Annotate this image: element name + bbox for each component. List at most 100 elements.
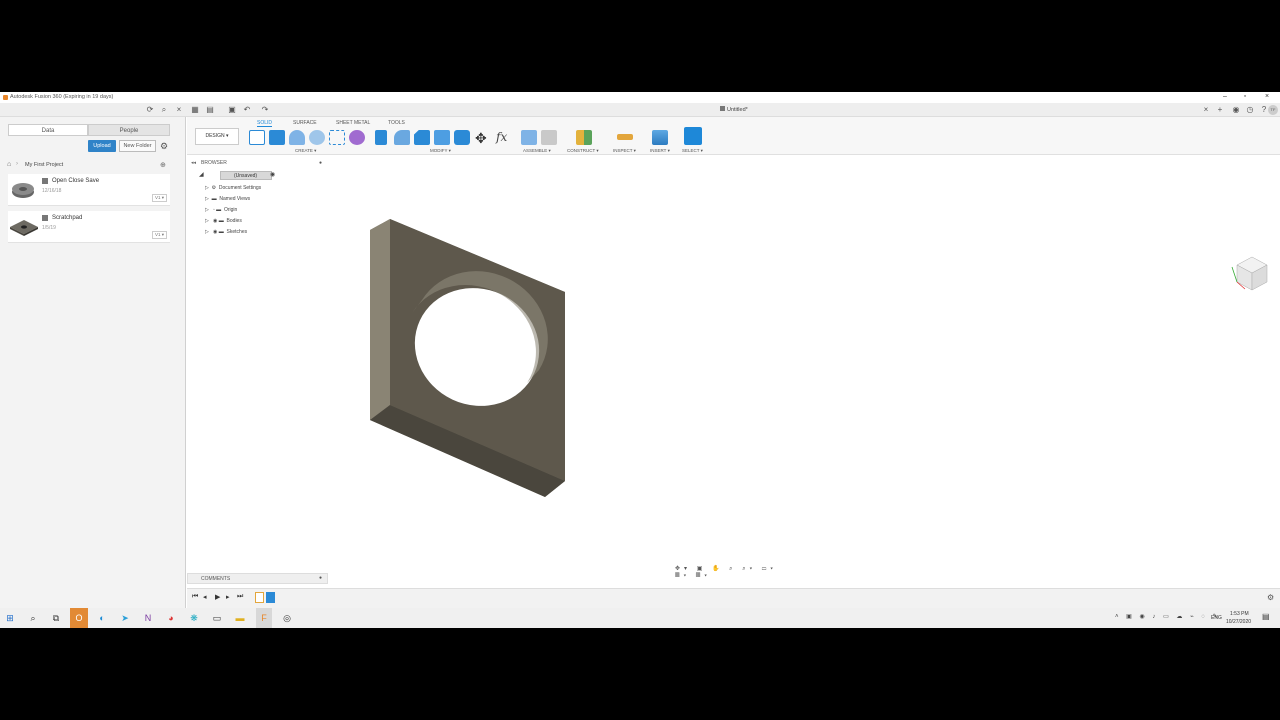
parameters-icon[interactable]: fx: [496, 130, 507, 144]
save-icon[interactable]: ▣: [228, 106, 236, 114]
tab-tools[interactable]: TOOLS: [388, 120, 405, 126]
timeline-sketch-feature[interactable]: [255, 592, 264, 603]
new-component-icon[interactable]: [521, 130, 537, 145]
start-button-icon[interactable]: ⊞: [4, 612, 16, 624]
timeline-prev-icon[interactable]: ◂: [203, 593, 207, 601]
minimize-button[interactable]: –: [1220, 93, 1230, 101]
refresh-icon[interactable]: ⟳: [146, 106, 154, 114]
search-icon[interactable]: ⌕: [160, 106, 168, 114]
design-file-icon: [42, 215, 48, 221]
create-group-label[interactable]: CREATE ▾: [295, 148, 316, 154]
system-tray-icons[interactable]: ˄ ▣ ◉ ♪ ▭ ☁ ⌁ ◌ ✎: [1115, 613, 1221, 620]
onenote-icon[interactable]: N: [142, 612, 154, 624]
tab-surface[interactable]: SURFACE: [293, 120, 317, 126]
modify-group-label[interactable]: MODIFY ▾: [430, 148, 451, 154]
list-item[interactable]: Scratchpad 1/5/19 V1 ▾: [8, 211, 170, 243]
close-window-button[interactable]: ×: [1262, 93, 1272, 101]
fillet-icon[interactable]: [394, 130, 410, 145]
tab-people[interactable]: People: [88, 124, 170, 136]
tab-sheet-metal[interactable]: SHEET METAL: [336, 120, 370, 126]
move-icon[interactable]: ✥: [475, 130, 487, 147]
timeline-extrude-feature[interactable]: [266, 592, 275, 603]
version-badge[interactable]: V1 ▾: [151, 231, 167, 239]
close-panel-icon[interactable]: ×: [175, 106, 183, 114]
combine-icon[interactable]: [454, 130, 470, 145]
user-avatar[interactable]: TF: [1268, 105, 1278, 115]
tab-data[interactable]: Data: [8, 124, 88, 136]
telegram-icon[interactable]: ➤: [119, 612, 131, 624]
version-badge[interactable]: V1 ▾: [151, 194, 167, 202]
create-sketch-icon[interactable]: [249, 130, 265, 145]
pattern-icon[interactable]: [329, 130, 345, 145]
app-circle-icon[interactable]: ◎: [281, 612, 293, 624]
joint-icon[interactable]: [541, 130, 557, 145]
notifications-center-icon[interactable]: ▤: [1262, 612, 1270, 621]
file-explorer-icon[interactable]: ▬: [234, 612, 246, 624]
language-indicator[interactable]: ENG: [1211, 615, 1222, 621]
timeline-next-icon[interactable]: ▸: [226, 593, 230, 601]
document-tab[interactable]: Untitled*: [720, 105, 748, 116]
timeline-settings-icon[interactable]: ⚙: [1267, 593, 1274, 602]
grid-menu-icon[interactable]: ▦: [191, 106, 199, 114]
comments-panel[interactable]: COMMENTS ●: [187, 573, 328, 584]
tab-solid[interactable]: SOLID: [257, 120, 273, 127]
terminal-icon[interactable]: ▭: [211, 612, 223, 624]
upload-button[interactable]: Upload: [88, 140, 116, 152]
edge-icon[interactable]: ◐: [96, 612, 108, 624]
assemble-group-label[interactable]: ASSEMBLE ▾: [523, 148, 551, 154]
settings-gear-icon[interactable]: ⚙: [160, 141, 168, 152]
chamfer-icon[interactable]: [414, 130, 430, 145]
construct-group-label[interactable]: CONSTRUCT ▾: [567, 148, 599, 154]
chrome-icon[interactable]: ◕: [165, 612, 177, 624]
hole-icon[interactable]: [309, 130, 325, 145]
extensions-icon[interactable]: ◉: [1232, 106, 1240, 114]
undo-icon[interactable]: ↶: [243, 106, 251, 114]
new-folder-button[interactable]: New Folder: [119, 140, 156, 152]
revolve-icon[interactable]: [289, 130, 305, 145]
timeline-last-icon[interactable]: ⏭: [237, 593, 243, 601]
task-view-icon[interactable]: ⧉: [50, 612, 62, 624]
list-item[interactable]: Open Close Save 12/16/18 V1 ▾: [8, 174, 170, 206]
maximize-button[interactable]: ▫: [1240, 93, 1250, 101]
redo-icon[interactable]: ↷: [261, 106, 269, 114]
select-icon[interactable]: [684, 127, 702, 145]
clock-date[interactable]: 10/27/2020: [1226, 619, 1251, 625]
3d-viewport[interactable]: ✥▾ ▣ ✋ ⌕ ⌕▾ ▭▾ ▦▾ ▦▾: [187, 155, 1280, 579]
file-menu-icon[interactable]: ▤: [206, 106, 214, 114]
comments-add-icon[interactable]: ●: [319, 575, 322, 581]
breadcrumb[interactable]: My First Project: [25, 162, 63, 168]
select-group-label[interactable]: SELECT ▾: [682, 148, 703, 154]
window-title: Autodesk Fusion 360 (Expiring in 19 days…: [10, 94, 114, 100]
canvas-svg: [370, 219, 1268, 497]
shell-icon[interactable]: [434, 130, 450, 145]
quick-access-bar: ⟳ ⌕ × ▦ ▤ ▣ ↶ ↷ Untitled* × + ◉ ◷ ? TF: [0, 103, 1280, 117]
press-pull-icon[interactable]: [375, 130, 387, 145]
measure-icon[interactable]: [617, 134, 633, 140]
search-icon[interactable]: ⌕: [27, 612, 39, 624]
insert-group-label[interactable]: INSERT ▾: [650, 148, 670, 154]
notifications-icon[interactable]: ◷: [1246, 106, 1254, 114]
document-tab-label: Untitled*: [727, 107, 748, 113]
fusion-taskbar-icon[interactable]: F: [256, 608, 272, 628]
plate-body[interactable]: [370, 219, 565, 497]
offset-plane-icon[interactable]: [576, 130, 592, 145]
new-project-icon[interactable]: ⊕: [160, 161, 166, 169]
extrude-icon[interactable]: [269, 130, 285, 145]
close-tab-icon[interactable]: ×: [1202, 106, 1210, 114]
form-icon[interactable]: [349, 130, 365, 145]
app-icon[interactable]: ❋: [188, 612, 200, 624]
inspect-group-label[interactable]: INSPECT ▾: [613, 148, 636, 154]
home-icon[interactable]: ⌂: [7, 161, 11, 168]
timeline-first-icon[interactable]: ⏮: [192, 593, 198, 601]
fusion-app-icon: [3, 95, 8, 100]
new-tab-icon[interactable]: +: [1216, 106, 1224, 114]
clock-time[interactable]: 1:53 PM: [1230, 611, 1249, 617]
help-icon[interactable]: ?: [1260, 106, 1268, 114]
navigation-bar[interactable]: ✥▾ ▣ ✋ ⌕ ⌕▾ ▭▾ ▦▾ ▦▾: [675, 565, 790, 579]
view-cube[interactable]: [1231, 256, 1268, 291]
item-name: Open Close Save: [52, 178, 100, 184]
workspace-dropdown[interactable]: DESIGN ▾: [195, 128, 239, 145]
timeline-play-icon[interactable]: ▶: [215, 593, 220, 601]
outlook-icon[interactable]: O: [70, 608, 88, 628]
insert-image-icon[interactable]: [652, 130, 668, 145]
